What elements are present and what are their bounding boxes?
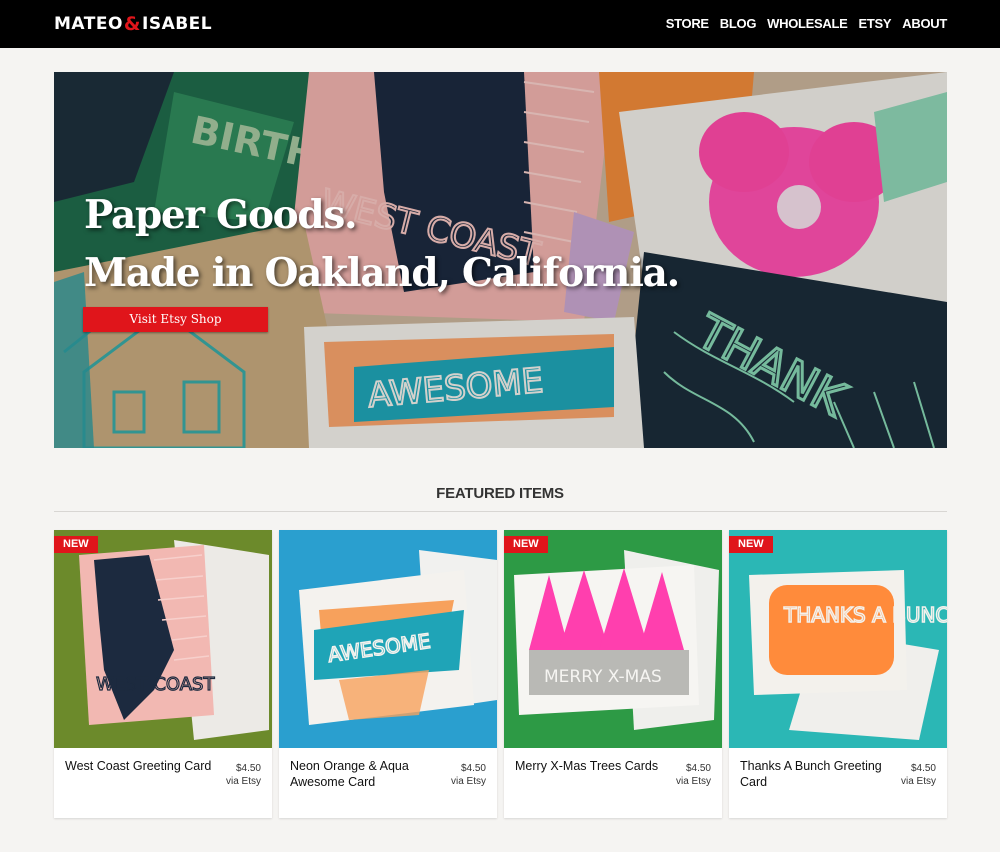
price-value: $4.50 [235,763,261,774]
hero-headline-line2: Made in Oakland, California. [84,250,680,296]
price-source: via Etsy [900,776,936,787]
nav-blog-link[interactable]: BLOG [720,16,757,31]
product-image[interactable]: AWESOME [279,530,497,748]
product-price: $4.50 via Etsy [451,762,486,788]
product-price: $4.50 via Etsy [676,762,711,788]
product-price: $4.50 via Etsy [901,762,936,788]
merry-xmas-card-photo: MERRY X-MAS [504,530,722,748]
brand-name-right: ISABEL [142,14,213,34]
product-image[interactable]: THANKS A BUNCH NEW [729,530,947,748]
product-name[interactable]: Merry X-Mas Trees Cards [515,759,665,775]
product-card-west-coast[interactable]: WEST COAST NEW West Coast Greeting Card … [54,530,272,818]
awesome-card-photo: AWESOME [279,530,497,748]
brand-ampersand: & [123,13,141,35]
art-thanks-bunch-text: THANKS A BUNCH [783,603,947,627]
price-source: via Etsy [450,776,486,787]
hero-headline: Paper Goods. Made in Oakland, California… [84,186,680,302]
hero-headline-line1: Paper Goods. [84,192,358,238]
west-coast-card-photo: WEST COAST [54,530,272,748]
product-price: $4.50 via Etsy [226,762,261,788]
product-card-thanks-a-bunch[interactable]: THANKS A BUNCH NEW Thanks A Bunch Greeti… [729,530,947,818]
new-badge: NEW [504,536,548,553]
art-west-coast-text: WEST COAST [96,674,215,695]
top-navigation-bar: MATEO & ISABEL STORE BLOG WHOLESALE ETSY… [0,0,1000,48]
hero-banner: BIRTH WEST COAST THANK [54,72,947,448]
price-value: $4.50 [910,763,936,774]
product-name[interactable]: West Coast Greeting Card [65,759,215,775]
product-card-merry-xmas[interactable]: MERRY X-MAS NEW Merry X-Mas Trees Cards … [504,530,722,818]
new-badge: NEW [54,536,98,553]
price-source: via Etsy [225,776,261,787]
price-value: $4.50 [460,763,486,774]
product-image[interactable]: WEST COAST NEW [54,530,272,748]
nav-wholesale-link[interactable]: WHOLESALE [767,16,848,31]
nav-etsy-link[interactable]: ETSY [859,16,892,31]
product-name[interactable]: Thanks A Bunch Greeting Card [740,759,890,790]
price-value: $4.50 [685,763,711,774]
nav-about-link[interactable]: ABOUT [902,16,947,31]
brand-name-left: MATEO [54,14,123,34]
new-badge: NEW [729,536,773,553]
nav-store-link[interactable]: STORE [666,16,709,31]
section-divider [54,511,947,512]
price-source: via Etsy [675,776,711,787]
thanks-bunch-card-photo: THANKS A BUNCH [729,530,947,748]
product-image[interactable]: MERRY X-MAS NEW [504,530,722,748]
art-merry-xmas-text: MERRY X-MAS [544,667,662,687]
featured-items-heading: FEATURED ITEMS [436,485,564,502]
product-card-awesome[interactable]: AWESOME Neon Orange & Aqua Awesome Card … [279,530,497,818]
main-nav: STORE BLOG WHOLESALE ETSY ABOUT [666,16,948,31]
brand-logo[interactable]: MATEO & ISABEL [54,13,212,35]
visit-etsy-shop-button[interactable]: Visit Etsy Shop [83,307,268,332]
product-name[interactable]: Neon Orange & Aqua Awesome Card [290,759,440,790]
